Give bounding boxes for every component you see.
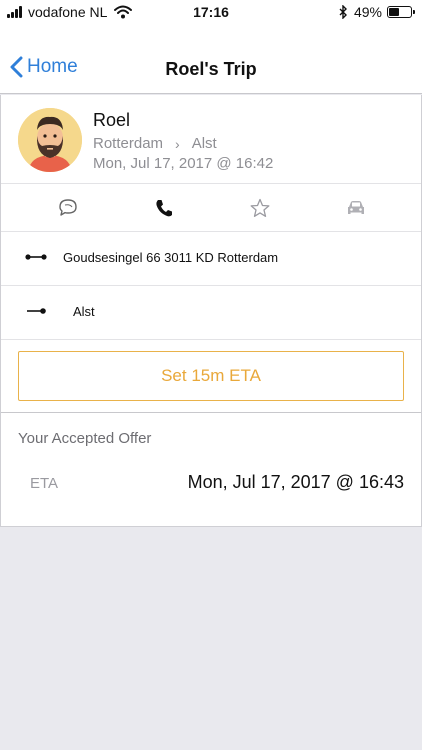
route-destination: Alst (191, 135, 217, 152)
offer-section-title: Your Accepted Offer (18, 430, 152, 447)
offer-eta-label: ETA (30, 475, 59, 492)
battery-percent: 49% (353, 4, 382, 20)
avatar (18, 108, 82, 172)
route-summary: Rotterdam › Alst (93, 135, 217, 152)
avatar-illustration (18, 108, 82, 172)
trip-datetime: Mon, Jul 17, 2017 @ 16:42 (93, 155, 274, 172)
bluetooth-icon (339, 5, 347, 19)
chat-icon[interactable] (57, 197, 79, 219)
profile-section: Roel Rotterdam › Alst Mon, Jul 17, 2017 … (1, 95, 421, 184)
action-bar (1, 184, 421, 232)
route-separator: › (175, 135, 180, 152)
dropoff-address: Alst (73, 304, 95, 319)
status-bar: vodafone NL 17:16 49% (0, 0, 422, 26)
status-right: 49% (338, 4, 415, 20)
set-eta-button[interactable]: Set 15m ETA (18, 351, 404, 401)
battery-fill (389, 8, 400, 16)
trip-card: Roel Rotterdam › Alst Mon, Jul 17, 2017 … (0, 95, 422, 527)
eta-section: Set 15m ETA (1, 340, 421, 413)
user-name: Roel (93, 110, 131, 130)
battery-icon (387, 6, 415, 18)
route-end-icon (27, 308, 46, 314)
phone-icon[interactable] (153, 197, 175, 219)
car-icon[interactable] (345, 197, 367, 219)
star-icon[interactable] (249, 197, 271, 219)
route-origin: Rotterdam (93, 135, 164, 152)
route-start-icon (25, 254, 47, 260)
dropoff-address-row[interactable]: Alst (1, 286, 421, 340)
offer-eta-value: Mon, Jul 17, 2017 @ 16:43 (187, 472, 404, 492)
page-title: Roel's Trip (165, 59, 257, 79)
navigation-bar: Home Roel's Trip (0, 26, 422, 94)
pickup-address-row[interactable]: Goudsesingel 66 3011 KD Rotterdam (1, 232, 421, 286)
pickup-address: Goudsesingel 66 3011 KD Rotterdam (63, 250, 279, 265)
